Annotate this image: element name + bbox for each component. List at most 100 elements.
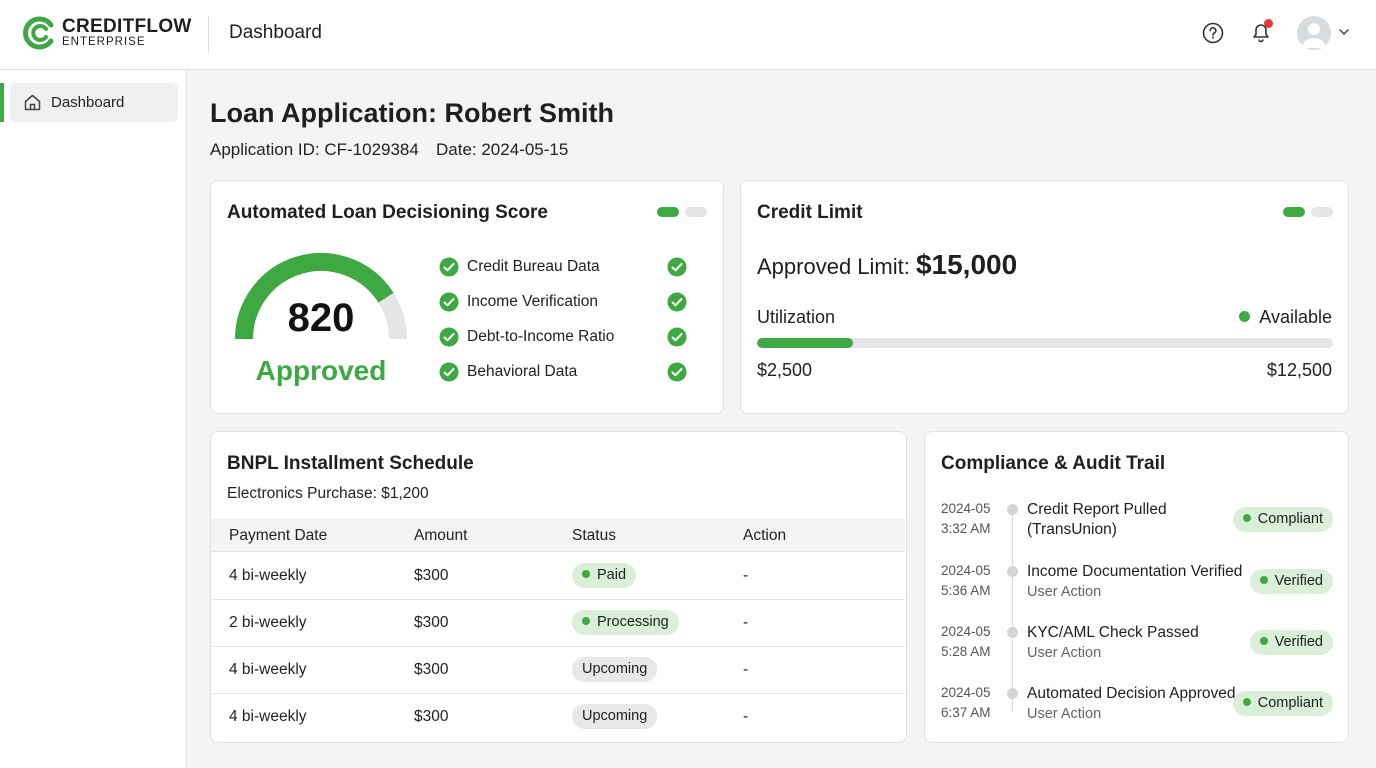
audit-entry[interactable]: 2024-05 5:36 AM Income Documentation Veri…: [925, 561, 1349, 611]
amount-cell: $300: [414, 661, 449, 678]
audit-subtitle: User Action: [1027, 645, 1102, 661]
score-value: 820: [287, 296, 355, 340]
sidebar-item-label: Dashboard: [51, 94, 125, 111]
application-date: Date: 2024-05-15: [436, 140, 569, 159]
toggle-off-segment[interactable]: [685, 207, 707, 217]
card-title: Compliance & Audit Trail: [941, 453, 1166, 474]
audit-timestamp: 2024-05 5:28 AM: [941, 622, 991, 662]
audit-trail-card: Compliance & Audit Trail 2024-05 3:32 AM …: [924, 431, 1349, 743]
check-label: Debt-to-Income Ratio: [467, 328, 615, 345]
decision-label: Approved: [255, 355, 387, 386]
action-cell[interactable]: -: [743, 614, 748, 632]
sidebar-item-dashboard[interactable]: Dashboard: [10, 83, 178, 122]
badge-dot: [1259, 637, 1268, 645]
column-header-action[interactable]: Action: [743, 527, 786, 545]
payment-date-cell: 4 bi-weekly: [229, 661, 307, 678]
amount-cell: $300: [414, 708, 449, 725]
help-icon[interactable]: [1202, 22, 1224, 44]
card-title: BNPL Installment Schedule: [227, 453, 474, 474]
user-avatar[interactable]: [1297, 16, 1331, 50]
audit-time: 3:32 AM: [941, 521, 991, 536]
audit-time: 6:37 AM: [941, 705, 991, 720]
status-dot: [582, 570, 590, 578]
table-row[interactable]: 2 bi-weekly $300 Processing -: [211, 600, 905, 647]
status-text: Paid: [597, 567, 627, 583]
audit-date: 2024-05: [941, 685, 991, 700]
check-circle-icon: [439, 362, 459, 382]
audit-timestamp: 2024-05 5:36 AM: [941, 561, 991, 601]
credit-limit-card: Credit Limit Approved Limit: $15,000 Uti…: [740, 180, 1349, 414]
audit-subtitle: User Action: [1027, 706, 1102, 722]
toggle-on-segment[interactable]: [1283, 207, 1305, 217]
table-row[interactable]: 4 bi-weekly $300 Upcoming -: [211, 694, 905, 741]
check-circle-icon: [439, 292, 459, 312]
table-row[interactable]: 4 bi-weekly $300 Paid -: [211, 553, 905, 600]
action-cell[interactable]: -: [743, 567, 748, 585]
approved-limit: Approved Limit: $15,000: [757, 249, 1017, 281]
audit-entry[interactable]: 2024-05 6:37 AM Automated Decision Approv…: [925, 683, 1349, 733]
toggle-on-segment[interactable]: [657, 207, 679, 217]
audit-entry[interactable]: 2024-05 3:32 AM Credit Report Pulled (Tra…: [925, 499, 1349, 549]
chevron-down-icon[interactable]: [1338, 27, 1350, 37]
audit-title: Income Documentation Verified: [1027, 563, 1243, 580]
audit-entry[interactable]: 2024-05 5:28 AM KYC/AML Check Passed User…: [925, 622, 1349, 672]
utilization-label: Utilization: [757, 307, 836, 327]
approved-limit-label: Approved Limit:: [757, 254, 916, 279]
status-badge: Processing: [572, 610, 679, 635]
status-text: Processing: [597, 614, 669, 630]
status-badge: Paid: [572, 563, 637, 588]
available-legend: Available: [1239, 307, 1332, 328]
column-header-payment-date[interactable]: Payment Date: [229, 527, 327, 545]
payment-date-cell: 2 bi-weekly: [229, 614, 307, 631]
compliance-badge: Verified: [1249, 630, 1333, 655]
brand-subtitle: ENTERPRISE: [62, 36, 146, 48]
bnpl-schedule-card: BNPL Installment Schedule Electronics Pu…: [210, 431, 907, 743]
decision-score-card: Automated Loan Decisioning Score 820 App…: [210, 180, 724, 414]
badge-dot: [1242, 698, 1251, 706]
audit-subtitle: User Action: [1027, 584, 1102, 600]
amount-cell: $300: [414, 567, 449, 584]
action-cell[interactable]: -: [743, 661, 748, 679]
home-icon: [24, 94, 41, 111]
user-silhouette-icon: [1302, 23, 1326, 48]
column-header-status[interactable]: Status: [572, 527, 616, 545]
audit-date: 2024-05: [941, 624, 991, 639]
brand-logo[interactable]: CREDITFLOW ENTERPRISE: [22, 16, 192, 52]
notification-badge: [1264, 19, 1273, 28]
check-item: Debt-to-Income Ratio: [439, 327, 689, 349]
available-dot: [1239, 311, 1251, 322]
audit-timestamp: 2024-05 3:32 AM: [941, 499, 991, 539]
toggle-off-segment[interactable]: [1311, 207, 1333, 217]
column-header-amount[interactable]: Amount: [414, 527, 467, 545]
badge-text: Verified: [1274, 573, 1323, 589]
audit-subtitle: (TransUnion): [1027, 521, 1117, 538]
audit-date: 2024-05: [941, 563, 991, 578]
utilization-bar: [757, 338, 1333, 348]
audit-time: 5:36 AM: [941, 583, 991, 598]
check-label: Credit Bureau Data: [467, 258, 600, 275]
audit-timestamp: 2024-05 6:37 AM: [941, 683, 991, 723]
audit-title: KYC/AML Check Passed: [1027, 624, 1199, 641]
status-badge: Upcoming: [572, 704, 658, 729]
action-cell[interactable]: -: [743, 708, 748, 726]
check-circle-icon: [667, 362, 687, 382]
payment-date-cell: 4 bi-weekly: [229, 567, 307, 584]
status-badge: Upcoming: [572, 657, 658, 682]
sidebar: Dashboard: [0, 70, 187, 768]
check-circle-icon: [667, 327, 687, 347]
check-item: Credit Bureau Data: [439, 257, 689, 279]
purchase-subtitle: Electronics Purchase: $1,200: [227, 485, 429, 502]
timeline-dot: [1007, 504, 1018, 515]
view-toggle[interactable]: [1283, 207, 1333, 217]
approved-limit-value: $15,000: [915, 249, 1018, 280]
compliance-badge: Compliant: [1232, 691, 1333, 716]
badge-text: Verified: [1274, 634, 1323, 650]
timeline-dot: [1007, 688, 1018, 699]
check-circle-icon: [667, 292, 687, 312]
brand-name: CREDITFLOW: [62, 16, 192, 37]
compliance-badge: Compliant: [1232, 507, 1333, 532]
check-label: Behavioral Data: [467, 363, 578, 380]
badge-text: Compliant: [1257, 511, 1323, 527]
table-row[interactable]: 4 bi-weekly $300 Upcoming -: [211, 647, 905, 694]
view-toggle[interactable]: [657, 207, 707, 217]
